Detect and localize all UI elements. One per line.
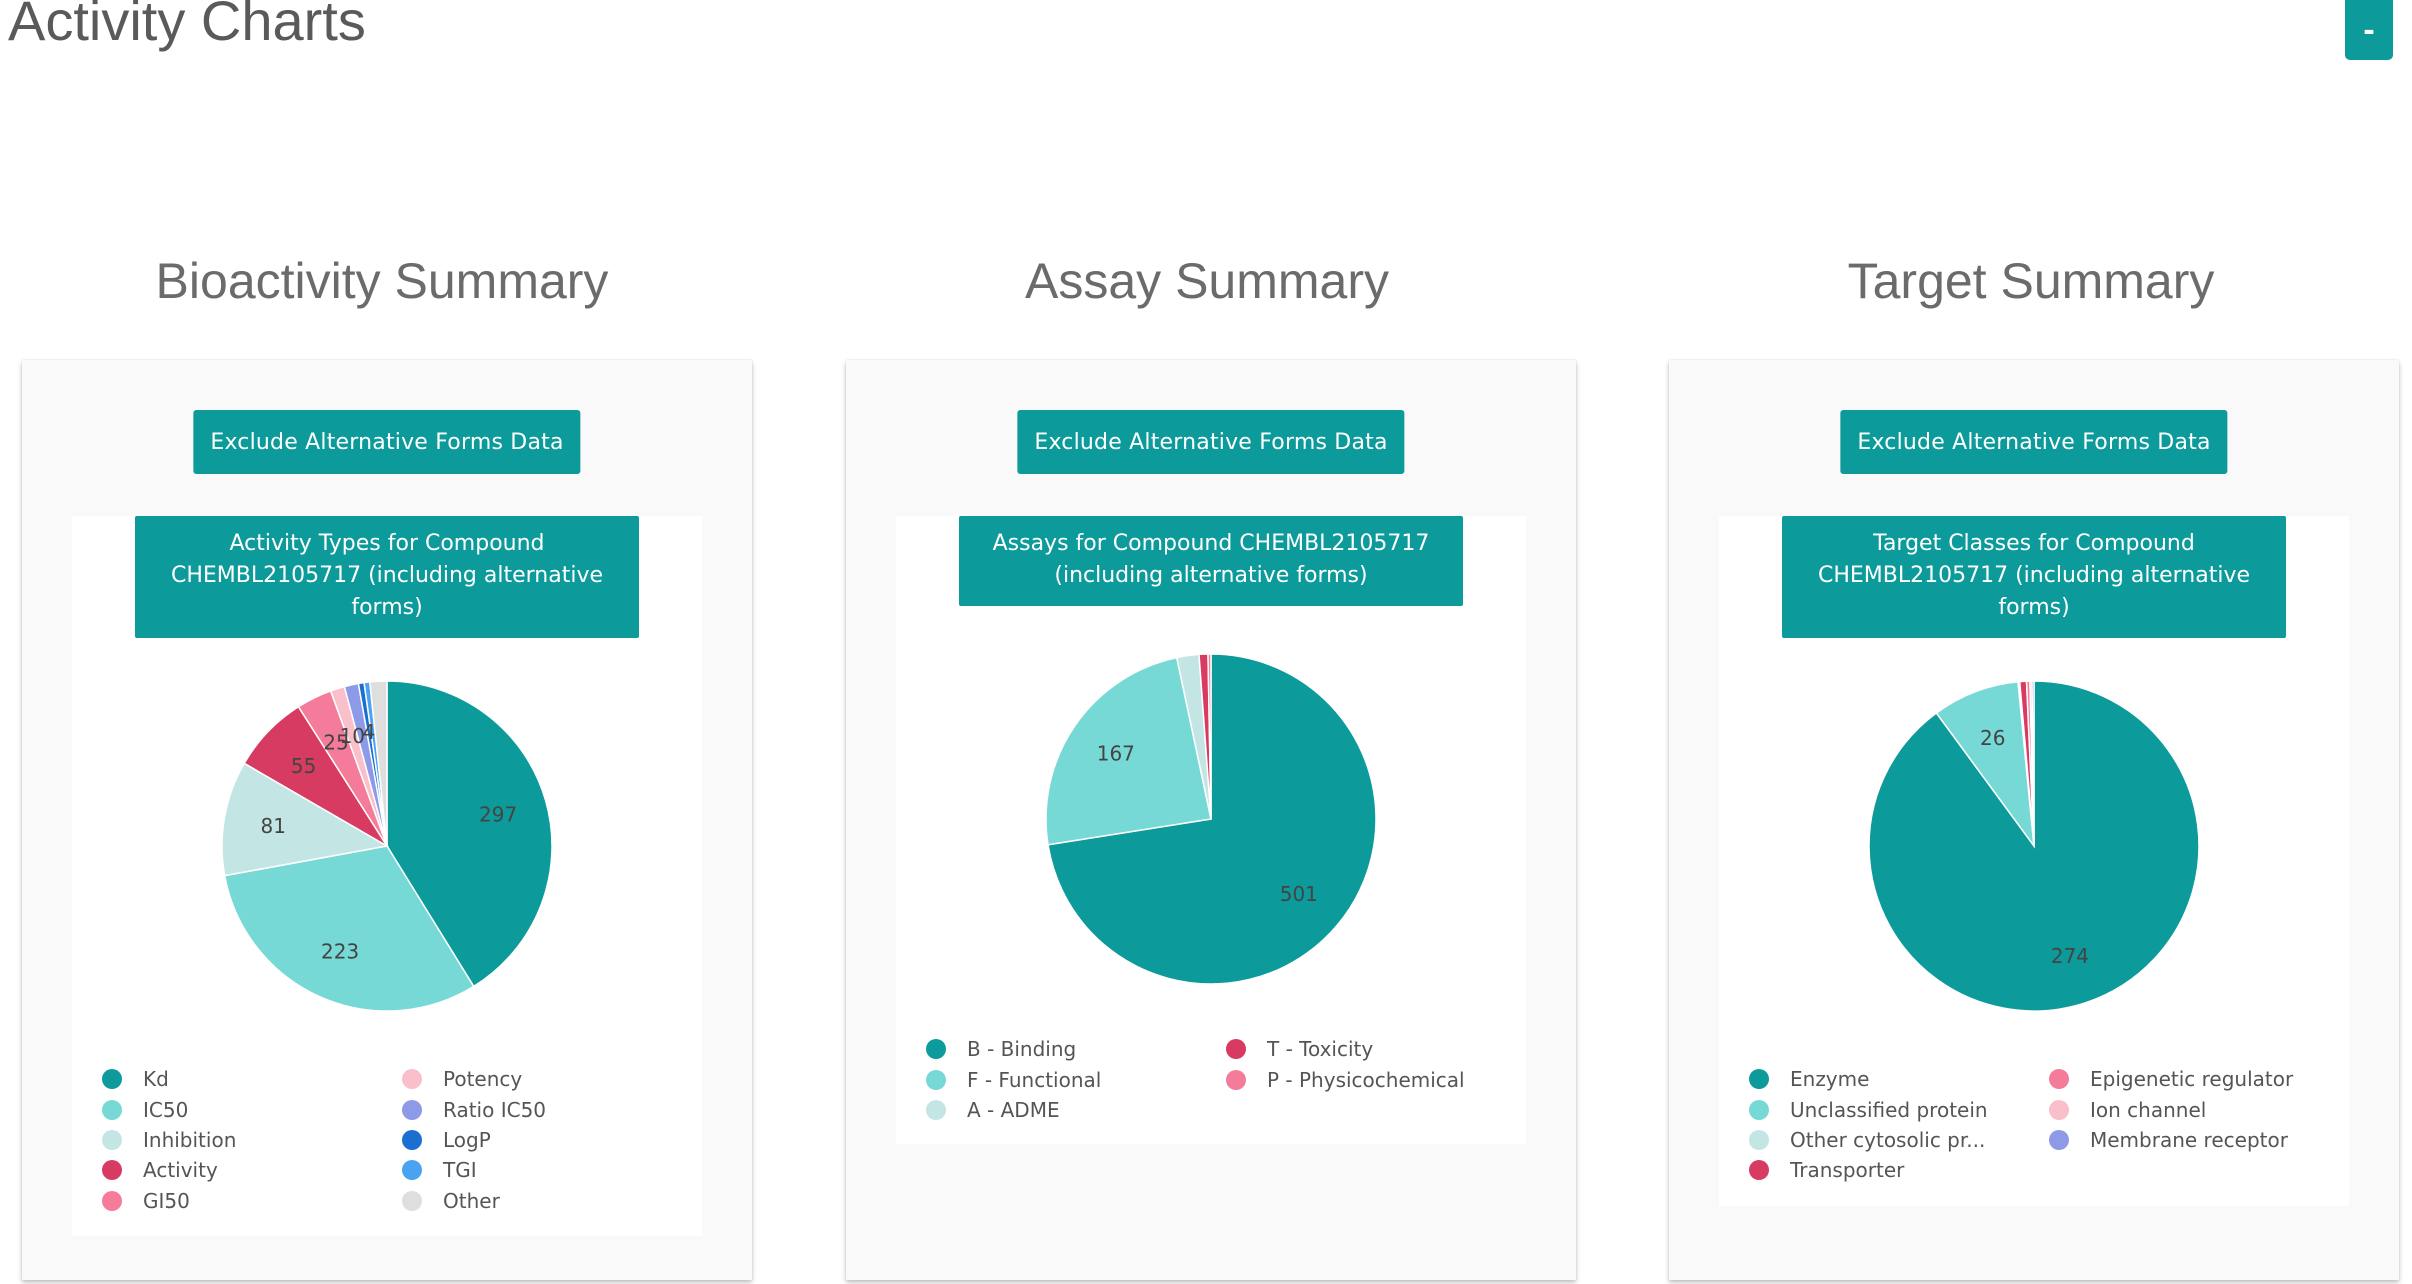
legend-swatch [102, 1190, 122, 1211]
legend-swatch [402, 1160, 422, 1181]
legend-swatch [402, 1099, 422, 1120]
slice-value-label: 297 [479, 802, 517, 826]
legend-item-activity[interactable]: Activity [102, 1155, 402, 1185]
legend-swatch [102, 1069, 122, 1090]
collapse-button[interactable]: - [2345, 0, 2393, 60]
legend-label: Transporter [1790, 1158, 1905, 1183]
slice-value-label: 167 [1097, 742, 1135, 766]
legend-label: Unclassified protein [1790, 1097, 1988, 1122]
slice-value-label: 274 [2051, 944, 2089, 968]
slice-value-label: 55 [291, 754, 316, 778]
slice-value-label: 81 [260, 814, 285, 838]
legend-swatch [402, 1069, 422, 1090]
target-chart-panel: Target Classes for Compound CHEMBL210571… [1719, 516, 2349, 1206]
bioactivity-chart-panel: Activity Types for Compound CHEMBL210571… [72, 516, 702, 1236]
bioactivity-legend: Kd IC50 Inhibition Activity GI50 Potency Ratio… [102, 1064, 702, 1216]
legend-swatch [102, 1160, 122, 1181]
exclude-alternative-forms-button[interactable]: Exclude Alternative Forms Data [1017, 410, 1405, 474]
page-title: Activity Charts [8, 0, 366, 52]
legend-item-a-adme[interactable]: A - ADME [926, 1095, 1226, 1125]
legend-item-ion-channel[interactable]: Ion channel [2049, 1094, 2349, 1124]
legend-swatch [926, 1099, 946, 1120]
legend-item-t-toxicity[interactable]: T - Toxicity [1226, 1034, 1526, 1064]
legend-item-membrane-receptor[interactable]: Membrane receptor [2049, 1125, 2349, 1155]
legend-label: TGI [443, 1158, 477, 1183]
legend-item-p-physicochemical[interactable]: P - Physicochemical [1226, 1064, 1526, 1094]
legend-swatch [402, 1129, 422, 1150]
target-card: Exclude Alternative Forms Data Target Cl… [1669, 360, 2399, 1280]
assay-summary-heading: Assay Summary [1025, 253, 1389, 309]
legend-swatch [926, 1039, 946, 1060]
legend-swatch [1749, 1069, 1769, 1090]
exclude-alternative-forms-button[interactable]: Exclude Alternative Forms Data [1840, 410, 2228, 474]
legend-swatch [2049, 1099, 2069, 1120]
slice-value-label: 10 [340, 724, 365, 748]
legend-label: Kd [143, 1067, 169, 1092]
legend-swatch [2049, 1069, 2069, 1090]
legend-label: F - Functional [967, 1067, 1102, 1092]
legend-item-logp[interactable]: LogP [402, 1125, 702, 1155]
legend-item-unclassified-protein[interactable]: Unclassified protein [1749, 1094, 2049, 1124]
assay-chart-panel: Assays for Compound CHEMBL2105717 (inclu… [896, 516, 1526, 1144]
legend-label: GI50 [143, 1188, 190, 1213]
legend-swatch [102, 1099, 122, 1120]
legend-item-other-cytosolic-pr[interactable]: Other cytosolic pr... [1749, 1125, 2049, 1155]
legend-label: Epigenetic regulator [2090, 1067, 2294, 1092]
legend-label: Other cytosolic pr... [1790, 1127, 1986, 1152]
slice-value-label: 501 [1280, 882, 1318, 906]
legend-item-f-functional[interactable]: F - Functional [926, 1064, 1226, 1094]
legend-label: Ratio IC50 [443, 1097, 547, 1122]
slice-value-label: 4 [363, 720, 376, 744]
legend-swatch [1226, 1069, 1246, 1090]
legend-swatch [2049, 1129, 2069, 1150]
legend-swatch [1749, 1160, 1769, 1181]
legend-label: Potency [443, 1067, 523, 1092]
legend-swatch [1749, 1129, 1769, 1150]
legend-item-potency[interactable]: Potency [402, 1064, 702, 1094]
legend-item-ratio-ic50[interactable]: Ratio IC50 [402, 1094, 702, 1124]
legend-swatch [1749, 1099, 1769, 1120]
legend-item-epigenetic-regulator[interactable]: Epigenetic regulator [2049, 1064, 2349, 1094]
legend-item-tgi[interactable]: TGI [402, 1155, 702, 1185]
legend-label: Ion channel [2090, 1097, 2207, 1122]
legend-label: A - ADME [967, 1097, 1060, 1122]
legend-item-enzyme[interactable]: Enzyme [1749, 1064, 2049, 1094]
legend-swatch [1226, 1039, 1246, 1060]
legend-label: IC50 [143, 1097, 189, 1122]
exclude-alternative-forms-button[interactable]: Exclude Alternative Forms Data [193, 410, 581, 474]
legend-item-transporter[interactable]: Transporter [1749, 1155, 2049, 1185]
legend-label: Other [443, 1188, 500, 1213]
legend-item-other[interactable]: Other [402, 1186, 702, 1216]
bioactivity-summary-heading: Bioactivity Summary [155, 253, 609, 309]
assay-card: Exclude Alternative Forms Data Assays fo… [846, 360, 1576, 1280]
legend-label: B - Binding [967, 1037, 1077, 1062]
legend-swatch [102, 1129, 122, 1150]
legend-label: P - Physicochemical [1267, 1067, 1465, 1092]
target-legend: Enzyme Unclassified protein Other cytosoli… [1749, 1064, 2349, 1186]
legend-swatch [402, 1190, 422, 1211]
target-summary-heading: Target Summary [1847, 253, 2215, 309]
legend-label: Activity [143, 1158, 218, 1183]
bioactivity-card: Exclude Alternative Forms Data Activity … [22, 360, 752, 1280]
slice-value-label: 26 [1980, 726, 2005, 750]
legend-item-ic50[interactable]: IC50 [102, 1094, 402, 1124]
legend-item-inhibition[interactable]: Inhibition [102, 1125, 402, 1155]
legend-label: Membrane receptor [2090, 1127, 2288, 1152]
assay-legend: B - Binding F - Functional A - ADME T - Tox… [926, 1034, 1526, 1125]
legend-label: T - Toxicity [1267, 1037, 1374, 1062]
legend-item-gi50[interactable]: GI50 [102, 1186, 402, 1216]
legend-label: Enzyme [1790, 1067, 1870, 1092]
slice-value-label: 223 [321, 940, 359, 964]
legend-item-kd[interactable]: Kd [102, 1064, 402, 1094]
legend-item-b-binding[interactable]: B - Binding [926, 1034, 1226, 1064]
legend-swatch [926, 1069, 946, 1090]
legend-label: LogP [443, 1127, 491, 1152]
legend-label: Inhibition [143, 1127, 237, 1152]
